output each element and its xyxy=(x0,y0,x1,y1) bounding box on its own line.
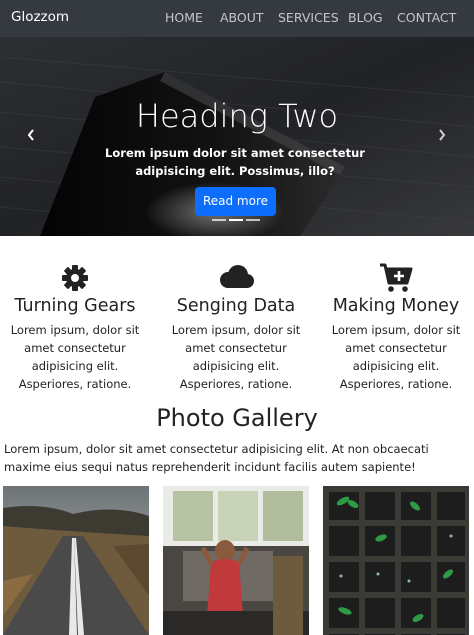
carousel-indicator-active[interactable] xyxy=(229,219,243,221)
nav-link-services[interactable]: SERVICES xyxy=(278,10,339,25)
carousel-indicator[interactable] xyxy=(246,219,260,221)
feature-senging-data: Senging Data Lorem ipsum, dolor sit amet… xyxy=(156,262,316,393)
cart-plus-icon xyxy=(380,263,413,292)
gallery-photo-gym[interactable] xyxy=(163,486,309,635)
brand-logo[interactable]: Glozzom xyxy=(11,9,69,25)
gym-photo xyxy=(163,486,309,635)
gallery-photo-road[interactable] xyxy=(3,486,149,635)
nav-link-blog[interactable]: BLOG xyxy=(348,10,383,25)
nav-link-home[interactable]: HOME xyxy=(165,10,203,25)
road-photo xyxy=(3,486,149,635)
gallery-photo-seedlings[interactable] xyxy=(323,486,469,635)
navbar: Glozzom HOME ABOUT SERVICES BLOG CONTACT xyxy=(0,0,474,37)
feature-text: Lorem ipsum, dolor sit amet consectetur … xyxy=(171,323,301,391)
read-more-button[interactable]: Read more xyxy=(195,187,276,216)
feature-turning-gears: Turning Gears Lorem ipsum, dolor sit ame… xyxy=(0,262,155,393)
cloud-icon xyxy=(220,265,254,288)
gallery-text: Lorem ipsum, dolor sit amet consectetur … xyxy=(4,442,429,474)
gallery-heading: Photo Gallery xyxy=(156,404,318,432)
feature-text: Lorem ipsum, dolor sit amet consectetur … xyxy=(10,323,140,391)
feature-making-money: Making Money Lorem ipsum, dolor sit amet… xyxy=(316,262,474,393)
gear-icon xyxy=(62,265,88,291)
nav-link-about[interactable]: ABOUT xyxy=(220,10,264,25)
seedlings-photo xyxy=(323,486,469,635)
hero-text: Lorem ipsum dolor sit amet consectetur a… xyxy=(105,146,365,178)
feature-title: Making Money xyxy=(332,296,460,316)
feature-text: Lorem ipsum, dolor sit amet consectetur … xyxy=(331,323,461,391)
carousel-indicator[interactable] xyxy=(212,219,226,221)
feature-title: Turning Gears xyxy=(14,296,136,316)
nav-link-contact[interactable]: CONTACT xyxy=(397,10,456,25)
feature-title: Senging Data xyxy=(176,296,296,316)
hero-carousel: Heading Two Lorem ipsum dolor sit amet c… xyxy=(0,37,474,236)
hero-heading: Heading Two xyxy=(135,97,339,135)
